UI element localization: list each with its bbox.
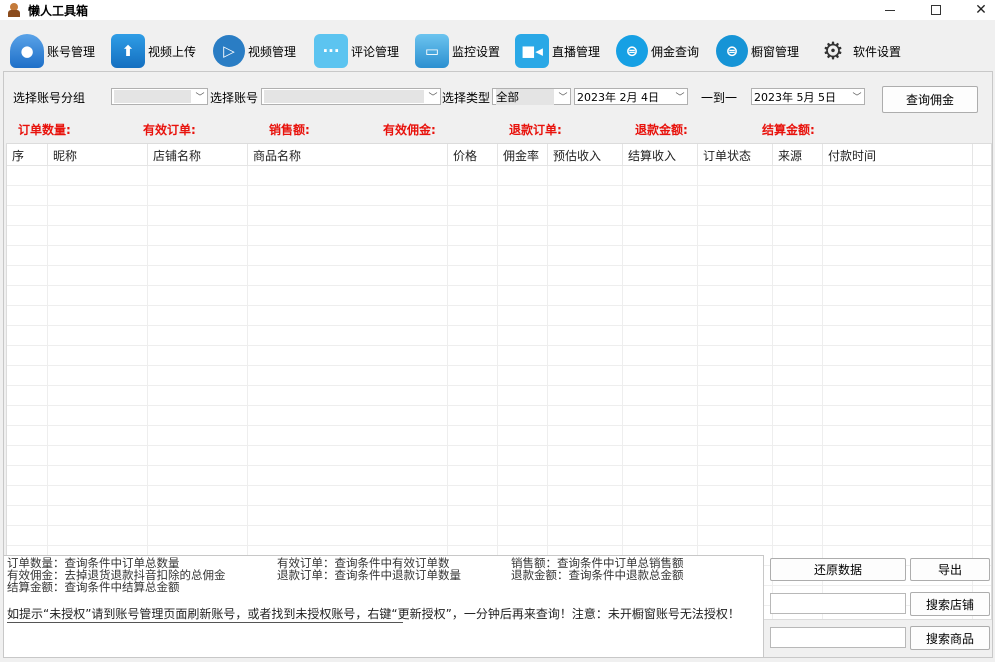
- query-commission-button[interactable]: 查询佣金: [882, 86, 978, 113]
- info-refund-orders: 退款订单：查询条件中退款订单数量: [277, 568, 461, 582]
- stat-valid-commission: 有效佣金:: [383, 123, 436, 137]
- search-product-button[interactable]: 搜索商品: [910, 626, 990, 650]
- date-from-picker[interactable]: 2023年 2月 4日 ﹀: [574, 88, 688, 105]
- toolbar-showcase-manage[interactable]: ⊜ 橱窗管理: [716, 33, 799, 69]
- commission-icon: ⊜: [616, 35, 648, 67]
- account-label: 选择账号: [210, 91, 259, 105]
- toolbar-label: 视频管理: [248, 44, 297, 59]
- column-header[interactable]: 订单状态: [698, 144, 773, 166]
- chevron-down-icon: ﹀: [558, 93, 568, 103]
- toolbar-label: 直播管理: [552, 44, 601, 59]
- column-header[interactable]: 价格: [448, 144, 498, 166]
- stat-valid-orders: 有效订单:: [143, 123, 196, 137]
- date-to-picker[interactable]: 2023年 5月 5日 ﹀: [751, 88, 865, 105]
- toolbar-label: 佣金查询: [651, 44, 700, 59]
- window-title: 懒人工具箱: [28, 3, 89, 18]
- account-group-label: 选择账号分组: [13, 91, 86, 105]
- toolbar-label: 橱窗管理: [751, 44, 800, 59]
- main-toolbar: ● 账号管理 ⬆ 视频上传 ▷ 视频管理 ··· 评论管理 ▭ 监控设置 ■◂ …: [0, 20, 995, 70]
- type-label: 选择类型: [442, 91, 491, 105]
- chevron-down-icon: ﹀: [428, 93, 438, 103]
- search-shop-button[interactable]: 搜索店铺: [910, 592, 990, 616]
- stat-settle-amount: 结算金额:: [762, 123, 815, 137]
- chat-bubble-icon: ···: [314, 34, 348, 68]
- maximize-icon: [931, 5, 941, 15]
- title-bar: 懒人工具箱 ✕: [0, 0, 995, 20]
- column-header[interactable]: 序: [7, 144, 48, 166]
- stat-refund-orders: 退款订单:: [509, 123, 562, 137]
- chevron-down-icon: ﹀: [675, 93, 685, 103]
- app-logo-icon: [7, 3, 21, 17]
- column-header[interactable]: 店铺名称: [148, 144, 248, 166]
- stats-row: 订单数量: 有效订单: 销售额: 有效佣金: 退款订单: 退款金额: 结算金额:: [4, 121, 992, 137]
- minimize-button[interactable]: [867, 0, 913, 20]
- toolbar-commission-query[interactable]: ⊜ 佣金查询: [616, 33, 699, 69]
- close-icon: ✕: [975, 2, 987, 18]
- toolbar-account-manage[interactable]: ● 账号管理: [10, 33, 95, 69]
- user-accounts-icon: ●: [10, 34, 44, 68]
- toolbar-video-upload[interactable]: ⬆ 视频上传: [111, 33, 196, 69]
- toolbar-live-manage[interactable]: ■◂ 直播管理: [515, 33, 600, 69]
- close-button[interactable]: ✕: [958, 0, 995, 20]
- authorization-hint: 如提示“未授权”请到账号管理页面刷新账号，或者找到未授权账号，右键“更新授权”，…: [7, 607, 740, 621]
- maximize-button[interactable]: [913, 0, 959, 20]
- column-header[interactable]: 来源: [773, 144, 823, 166]
- upload-icon: ⬆: [111, 34, 145, 68]
- video-manage-icon: ▷: [213, 35, 245, 67]
- toolbar-label: 评论管理: [351, 44, 400, 59]
- stat-orders: 订单数量:: [18, 123, 71, 137]
- chevron-down-icon: ﹀: [195, 93, 205, 103]
- column-header[interactable]: 佣金率: [498, 144, 548, 166]
- toolbar-comment-manage[interactable]: ··· 评论管理: [314, 33, 399, 69]
- date-from-value: 2023年 2月 4日: [577, 90, 659, 104]
- gears-icon: ⚙: [822, 37, 844, 65]
- toolbar-monitor-settings[interactable]: ▭ 监控设置: [415, 33, 500, 69]
- toolbar-label: 账号管理: [47, 44, 96, 59]
- toolbar-video-manage[interactable]: ▷ 视频管理: [213, 33, 296, 69]
- account-group-select[interactable]: ﹀: [111, 88, 208, 105]
- chevron-down-icon: ﹀: [852, 93, 862, 103]
- type-select[interactable]: 全部 ﹀: [492, 88, 571, 105]
- toolbar-label: 监控设置: [452, 44, 501, 59]
- product-search-input[interactable]: [770, 627, 906, 648]
- column-header[interactable]: 商品名称: [248, 144, 448, 166]
- export-button[interactable]: 导出: [910, 558, 990, 581]
- column-header[interactable]: 付款时间: [823, 144, 973, 166]
- table-header: 序 昵称 店铺名称 商品名称 价格 佣金率 预估收入 结算收入 订单状态 来源 …: [7, 144, 991, 166]
- minimize-icon: [885, 9, 895, 11]
- stat-sales: 销售额:: [269, 123, 310, 137]
- table-body: [7, 166, 991, 619]
- info-settle-amount: 结算金额：查询条件中结算总金额: [7, 580, 180, 594]
- toolbar-label: 视频上传: [148, 44, 197, 59]
- date-to-value: 2023年 5月 5日: [754, 90, 836, 104]
- filter-row: 选择账号分组 ﹀ 选择账号 ﹀ 选择类型 全部 ﹀ 2023年 2月 4日 ﹀ 一到…: [4, 86, 992, 108]
- toolbar-software-settings[interactable]: ⚙ 软件设置: [816, 33, 901, 69]
- info-panel: 订单数量：查询条件中订单总数量 有效订单：查询条件中有效订单数 销售额：查询条件…: [3, 555, 764, 658]
- column-header[interactable]: 结算收入: [623, 144, 698, 166]
- column-header[interactable]: 预估收入: [548, 144, 623, 166]
- orders-table[interactable]: 序 昵称 店铺名称 商品名称 价格 佣金率 预估收入 结算收入 订单状态 来源 …: [6, 143, 992, 620]
- restore-data-button[interactable]: 还原数据: [770, 558, 906, 581]
- shop-search-input[interactable]: [770, 593, 906, 614]
- date-range-separator: 一到一: [701, 91, 738, 105]
- camera-monitor-icon: ▭: [415, 34, 449, 68]
- column-header[interactable]: 昵称: [48, 144, 148, 166]
- toolbar-label: 软件设置: [853, 44, 902, 59]
- stat-refund-amount: 退款金额:: [635, 123, 688, 137]
- type-value: 全部: [496, 88, 554, 105]
- account-select[interactable]: ﹀: [261, 88, 441, 105]
- live-camera-icon: ■◂: [515, 34, 549, 68]
- info-refund-amount: 退款金额：查询条件中退款总金额: [511, 568, 684, 582]
- showcase-icon: ⊜: [716, 35, 748, 67]
